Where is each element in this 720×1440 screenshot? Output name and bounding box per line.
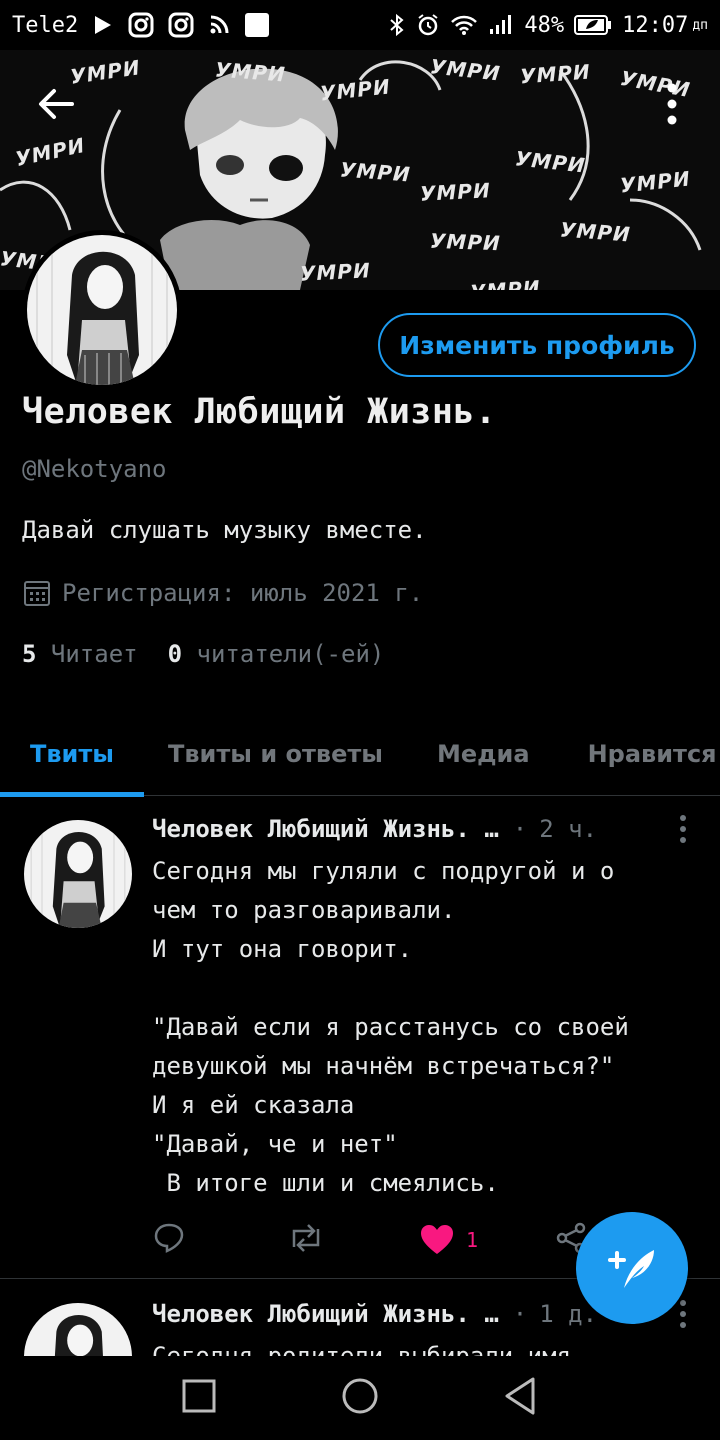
battery-saver-icon	[574, 14, 612, 36]
circle-icon	[342, 1378, 378, 1414]
followers-link[interactable]: 0 читатели(-ей)	[168, 640, 385, 668]
heart-icon	[421, 1225, 453, 1254]
home-button[interactable]	[340, 1376, 380, 1420]
following-count: 5	[22, 640, 37, 668]
following-label: Читает	[50, 640, 138, 668]
profile-name: Человек Любищий Жизнь.	[22, 392, 497, 432]
battery-percent: 48%	[524, 12, 565, 38]
more-vertical-icon	[680, 1300, 686, 1328]
play-store-icon	[92, 14, 114, 36]
tweet-avatar[interactable]	[24, 1303, 132, 1356]
follow-stats: 5 Читает 0 читатели(-ей)	[22, 640, 384, 668]
triangle-back-icon	[505, 1377, 535, 1415]
tweet-separator: ·	[512, 1300, 528, 1328]
rss-icon	[208, 14, 230, 36]
banner-word: УМРИ	[339, 157, 412, 187]
profile-handle: @Nekotyano	[22, 455, 167, 483]
arrow-left-icon	[39, 89, 74, 119]
following-link[interactable]: 5 Читает	[22, 640, 138, 668]
reply-button[interactable]	[152, 1221, 286, 1259]
banner-word: УМРИ	[419, 178, 492, 206]
tweet-text: Сегодня родители выбирали имя	[152, 1342, 572, 1356]
system-nav-bar	[0, 1356, 720, 1440]
profile-avatar[interactable]	[22, 230, 182, 390]
instagram-icon-2	[168, 12, 194, 38]
back-button[interactable]	[32, 80, 80, 128]
banner-word: УМРИ	[519, 59, 592, 89]
square-icon	[182, 1379, 216, 1413]
app-notification-icon	[244, 12, 270, 38]
tweet-separator: ·	[512, 815, 528, 843]
tab-media[interactable]: Медиа	[407, 712, 560, 796]
recents-button[interactable]	[181, 1378, 217, 1418]
edit-profile-button[interactable]: Изменить профиль	[378, 313, 696, 377]
tab-tweets[interactable]: Твиты	[0, 712, 144, 797]
signal-icon	[488, 14, 514, 36]
tweet-more-button[interactable]	[676, 1299, 690, 1329]
tweet-author-name[interactable]: Человек Любищий Жизнь. …	[152, 1300, 499, 1328]
banner-word: УМРИ	[214, 57, 287, 87]
avatar-image	[24, 820, 132, 928]
retweet-icon	[292, 1224, 320, 1252]
banner-word: УМРИ	[299, 258, 372, 286]
clock: 12:07	[622, 12, 689, 38]
tab-tweets-and-replies[interactable]: Твиты и ответы	[144, 712, 407, 796]
tweet-more-button[interactable]	[676, 814, 690, 844]
clock-period: дп	[692, 17, 708, 33]
back-nav-button[interactable]	[503, 1376, 539, 1420]
join-date-text: Регистрация: июль 2021 г.	[62, 579, 424, 607]
tweet-author-name[interactable]: Человек Любищий Жизнь. …	[152, 815, 499, 843]
tab-likes[interactable]: Нравится	[560, 712, 717, 796]
banner-word: УМРИ	[559, 217, 632, 247]
tweet-text: Сегодня мы гуляли с подругой и о чем то …	[152, 857, 629, 1197]
reply-icon	[154, 1223, 184, 1253]
like-count: 1	[466, 1228, 479, 1252]
profile-bio: Давай слушать музыку вместе.	[22, 516, 427, 544]
instagram-icon	[128, 12, 154, 38]
join-date: Регистрация: июль 2021 г.	[22, 578, 423, 608]
followers-count: 0	[167, 640, 183, 668]
followers-label: читатели(-ей)	[196, 640, 385, 668]
tweet-header: Человек Любищий Жизнь. … · 2 ч.	[152, 814, 690, 844]
more-vertical-icon	[680, 815, 686, 843]
avatar-image	[24, 1303, 132, 1356]
tweet-time: 2 ч.	[539, 815, 598, 843]
carrier-label: Tele2	[12, 12, 79, 38]
avatar-image	[27, 235, 177, 385]
more-options-button[interactable]	[660, 82, 684, 126]
compose-tweet-button[interactable]	[576, 1212, 688, 1324]
tweet-avatar[interactable]	[24, 820, 132, 928]
calendar-icon	[24, 581, 50, 606]
like-button[interactable]: 1	[420, 1224, 554, 1256]
more-vertical-icon	[667, 83, 677, 125]
retweet-button[interactable]	[286, 1221, 420, 1259]
alarm-icon	[416, 13, 440, 37]
tweet-card[interactable]: Человек Любищий Жизнь. … · 2 ч. Сегодня …	[0, 796, 720, 1280]
banner-word: УМРИ	[429, 228, 502, 256]
compose-icon	[608, 1250, 654, 1288]
status-bar: Tele2 48% 12:07 дп	[0, 0, 720, 50]
bluetooth-icon	[388, 13, 406, 37]
wifi-icon	[450, 14, 478, 36]
profile-tabs: Твиты Твиты и ответы Медиа Нравится	[0, 712, 720, 797]
